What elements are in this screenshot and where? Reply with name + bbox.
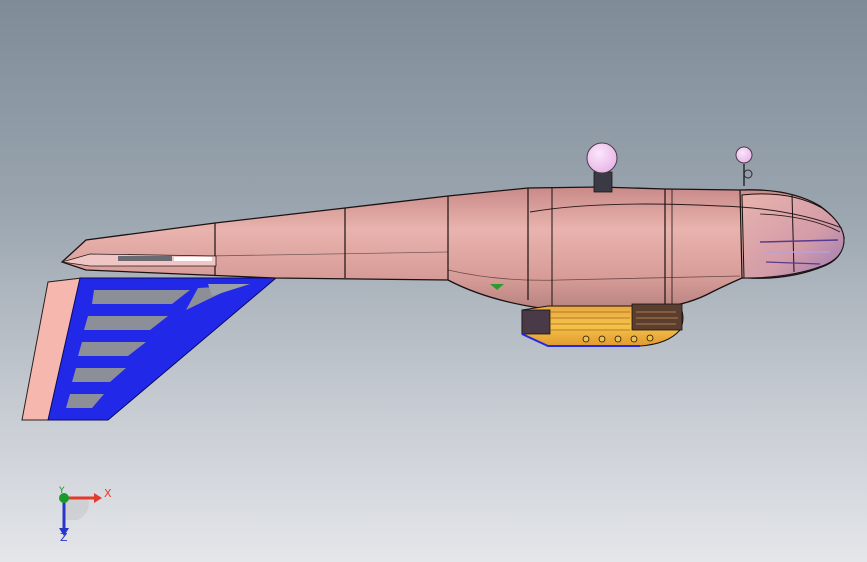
pod-port — [582, 335, 590, 343]
tail-strut[interactable] — [21, 277, 278, 421]
pod-front-cap — [521, 309, 551, 335]
probe-sphere — [735, 146, 753, 164]
pod-port — [598, 335, 606, 343]
graphics-viewport[interactable]: X Y Z — [0, 0, 867, 562]
x-axis-label: X — [104, 487, 112, 500]
cad-model-view[interactable] — [0, 0, 867, 562]
mast-sphere — [586, 142, 618, 174]
mast-post — [593, 171, 613, 193]
tail-slot-highlight — [174, 257, 212, 261]
probe-ring — [743, 169, 753, 179]
pod-port — [630, 335, 638, 343]
underside-pod[interactable] — [521, 303, 684, 347]
x-axis-arrowhead — [94, 493, 102, 503]
pod-port — [646, 334, 654, 342]
top-probe[interactable] — [735, 146, 753, 186]
y-axis-label: Y — [59, 486, 65, 496]
pod-port — [614, 335, 622, 343]
pod-rear-cap — [631, 303, 683, 331]
tail-slot — [118, 256, 172, 261]
z-axis-label: Z — [60, 531, 68, 544]
top-mast[interactable] — [586, 142, 618, 193]
